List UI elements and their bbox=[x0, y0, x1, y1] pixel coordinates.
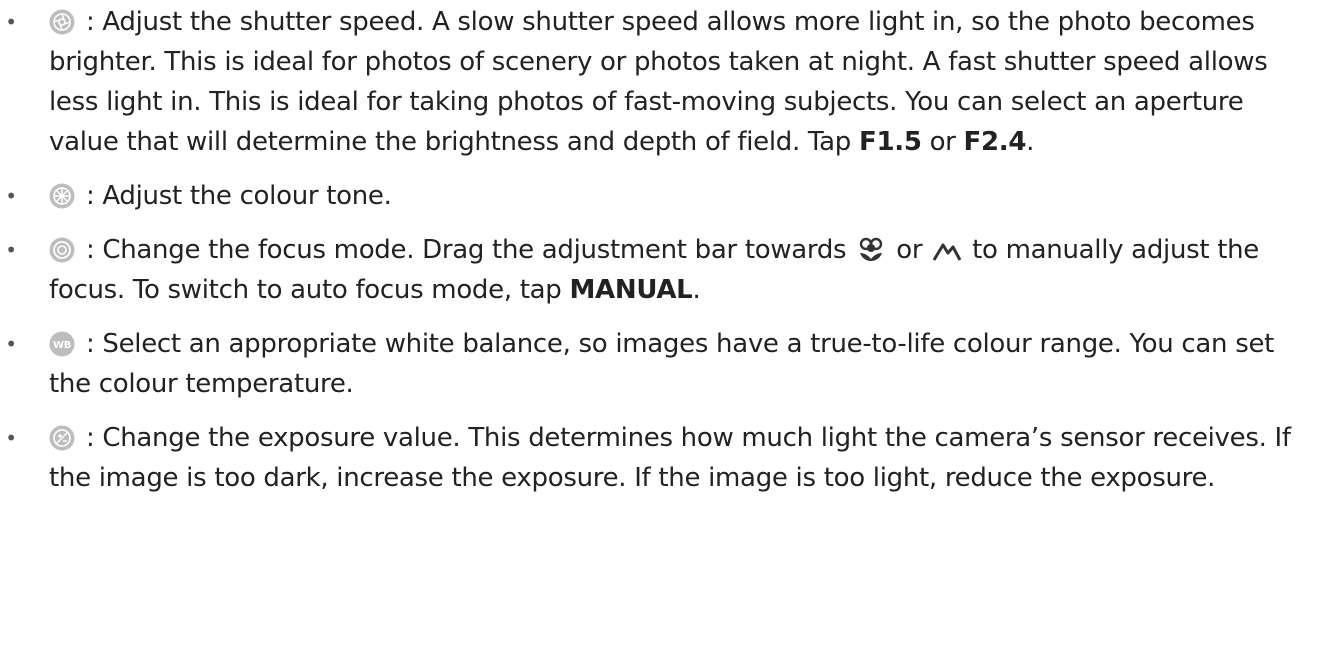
separator: : bbox=[78, 235, 103, 265]
period: . bbox=[1026, 127, 1035, 157]
separator: : bbox=[78, 329, 103, 359]
focus-mode-icon bbox=[49, 237, 75, 263]
aperture-f15: F1.5 bbox=[858, 127, 922, 157]
white-balance-icon-label: WB bbox=[53, 340, 71, 351]
white-balance-text: Select an appropriate white balance, so … bbox=[49, 329, 1275, 399]
list-item-exposure: • : Change the exposure value. This dete… bbox=[0, 418, 1325, 498]
camera-settings-list: • : Adjust the shutter speed. A slow shu… bbox=[0, 2, 1325, 498]
separator: : bbox=[78, 181, 103, 211]
manual-page: • : Adjust the shutter speed. A slow shu… bbox=[0, 0, 1325, 670]
separator: : bbox=[78, 7, 103, 37]
white-balance-icon: WB bbox=[49, 331, 75, 357]
aperture-f24: F2.4 bbox=[963, 127, 1027, 157]
bullet: • bbox=[5, 426, 17, 450]
colour-tone-text: Adjust the colour tone. bbox=[102, 181, 392, 211]
bullet: • bbox=[5, 238, 17, 262]
or-text: or bbox=[921, 127, 964, 157]
exposure-icon bbox=[49, 425, 75, 451]
macro-flower-icon bbox=[860, 237, 883, 261]
or-text: or bbox=[888, 235, 931, 265]
separator: : bbox=[78, 423, 103, 453]
list-item-shutter-speed: • : Adjust the shutter speed. A slow shu… bbox=[0, 2, 1325, 162]
bullet: • bbox=[5, 184, 17, 208]
bullet: • bbox=[5, 10, 17, 34]
list-item-focus-mode: • : Change the focus mode. Drag the adju… bbox=[0, 230, 1325, 310]
list-item-white-balance: • WB : Select an appropriate white balan… bbox=[0, 324, 1325, 404]
manual-label: MANUAL bbox=[569, 275, 693, 305]
shutter-speed-icon bbox=[49, 9, 75, 35]
bullet: • bbox=[5, 332, 17, 356]
mountain-icon bbox=[932, 243, 962, 261]
shutter-speed-text: Adjust the shutter speed. A slow shutter… bbox=[49, 7, 1268, 157]
exposure-text: Change the exposure value. This determin… bbox=[49, 423, 1291, 493]
focus-mode-text: Change the focus mode. Drag the adjustme… bbox=[102, 235, 855, 265]
colour-tone-icon bbox=[49, 183, 75, 209]
period: . bbox=[692, 275, 701, 305]
list-item-colour-tone: • : Adjust the colour tone. bbox=[0, 176, 1325, 216]
